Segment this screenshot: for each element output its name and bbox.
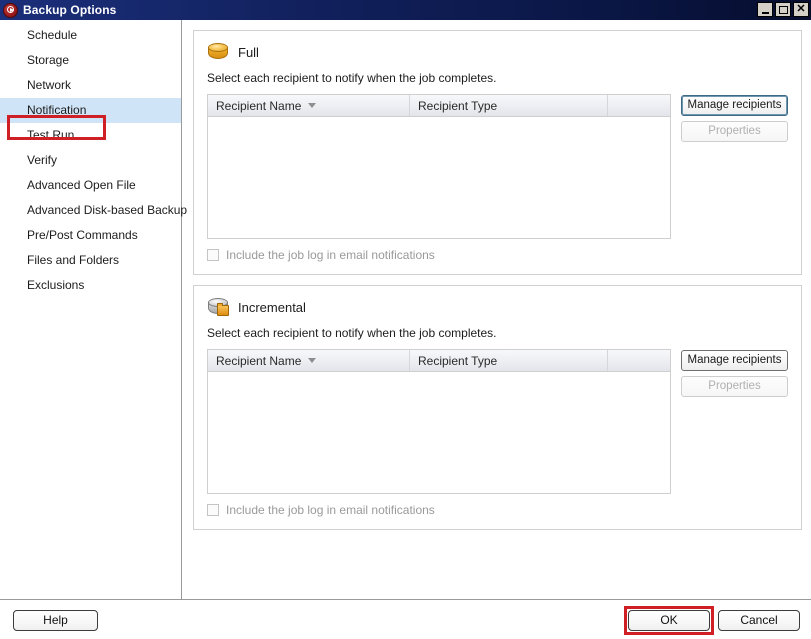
- incremental-backup-group: Incremental Select each recipient to not…: [193, 285, 802, 530]
- sidebar-item-verify[interactable]: Verify: [0, 148, 181, 173]
- sidebar-item-storage[interactable]: Storage: [0, 48, 181, 73]
- incremental-column-recipient-type[interactable]: Recipient Type: [410, 350, 608, 371]
- window-controls: ✕: [757, 2, 809, 17]
- incremental-recipients-row: Recipient Name Recipient Type Manage rec…: [207, 349, 788, 494]
- incremental-table-body: [208, 372, 670, 493]
- sort-descending-icon: [308, 103, 317, 108]
- incremental-column-recipient-name-label: Recipient Name: [216, 353, 302, 368]
- incremental-include-job-log-row[interactable]: Include the job log in email notificatio…: [207, 503, 788, 517]
- full-group-header: Full: [207, 43, 788, 62]
- incremental-column-recipient-name[interactable]: Recipient Name: [208, 350, 410, 371]
- settings-sidebar: Schedule Storage Network Notification Te…: [0, 20, 187, 599]
- full-properties-button: Properties: [681, 121, 788, 142]
- sidebar-item-notification[interactable]: Notification: [0, 98, 181, 123]
- disk-orange-icon: [207, 43, 229, 62]
- sort-descending-icon: [308, 358, 317, 363]
- sidebar-item-schedule[interactable]: Schedule: [0, 23, 181, 48]
- help-button[interactable]: Help: [13, 610, 98, 631]
- incremental-table-header: Recipient Name Recipient Type: [208, 350, 670, 372]
- incremental-group-description: Select each recipient to notify when the…: [207, 326, 497, 340]
- sidebar-item-pre-post-commands[interactable]: Pre/Post Commands: [0, 223, 181, 248]
- ok-button[interactable]: OK: [628, 610, 710, 631]
- incremental-recipients-table[interactable]: Recipient Name Recipient Type: [207, 349, 671, 494]
- sidebar-item-network[interactable]: Network: [0, 73, 181, 98]
- incremental-include-job-log-checkbox[interactable]: [207, 504, 219, 516]
- sidebar-item-test-run[interactable]: Test Run: [0, 123, 181, 148]
- incremental-group-header: Incremental: [207, 298, 788, 317]
- incremental-properties-button: Properties: [681, 376, 788, 397]
- full-backup-group: Full Select each recipient to notify whe…: [193, 30, 802, 275]
- full-group-description: Select each recipient to notify when the…: [207, 71, 497, 85]
- full-group-title: Full: [238, 45, 259, 60]
- sidebar-item-advanced-disk-based-backup[interactable]: Advanced Disk-based Backup: [0, 198, 187, 223]
- incremental-group-title: Incremental: [238, 300, 306, 315]
- full-column-recipient-type[interactable]: Recipient Type: [410, 95, 608, 116]
- full-column-recipient-name[interactable]: Recipient Name: [208, 95, 410, 116]
- folder-badge-icon: [217, 303, 229, 316]
- incremental-action-buttons: Manage recipients Properties: [681, 349, 788, 397]
- close-button[interactable]: ✕: [793, 2, 809, 17]
- full-recipients-row: Recipient Name Recipient Type Manage rec…: [207, 94, 788, 239]
- full-include-job-log-checkbox[interactable]: [207, 249, 219, 261]
- incremental-column-extra[interactable]: [608, 350, 670, 371]
- minimize-button[interactable]: [757, 2, 773, 17]
- disk-gray-folder-icon: [207, 298, 229, 317]
- full-include-job-log-row[interactable]: Include the job log in email notificatio…: [207, 248, 788, 262]
- full-column-recipient-name-label: Recipient Name: [216, 98, 302, 113]
- dialog-footer: Help OK Cancel: [0, 599, 811, 639]
- title-bar: Backup Options ✕: [0, 0, 811, 20]
- notification-settings-panel: Full Select each recipient to notify whe…: [182, 20, 811, 599]
- maximize-button[interactable]: [775, 2, 791, 17]
- backup-options-dialog: Backup Options ✕ Schedule Storage Networ…: [0, 0, 811, 639]
- cancel-button[interactable]: Cancel: [718, 610, 800, 631]
- incremental-include-job-log-label: Include the job log in email notificatio…: [226, 503, 435, 517]
- sidebar-item-files-and-folders[interactable]: Files and Folders: [0, 248, 181, 273]
- sidebar-item-exclusions[interactable]: Exclusions: [0, 273, 181, 298]
- full-manage-recipients-button[interactable]: Manage recipients: [681, 95, 788, 116]
- sidebar-item-advanced-open-file[interactable]: Advanced Open File: [0, 173, 181, 198]
- close-icon: ✕: [796, 3, 806, 15]
- full-recipients-table[interactable]: Recipient Name Recipient Type: [207, 94, 671, 239]
- incremental-manage-recipients-button[interactable]: Manage recipients: [681, 350, 788, 371]
- full-action-buttons: Manage recipients Properties: [681, 94, 788, 142]
- full-include-job-log-label: Include the job log in email notificatio…: [226, 248, 435, 262]
- dialog-body: Schedule Storage Network Notification Te…: [0, 20, 811, 599]
- full-table-body: [208, 117, 670, 238]
- full-table-header: Recipient Name Recipient Type: [208, 95, 670, 117]
- full-column-extra[interactable]: [608, 95, 670, 116]
- app-disc-icon: [3, 2, 18, 18]
- window-title: Backup Options: [23, 3, 117, 17]
